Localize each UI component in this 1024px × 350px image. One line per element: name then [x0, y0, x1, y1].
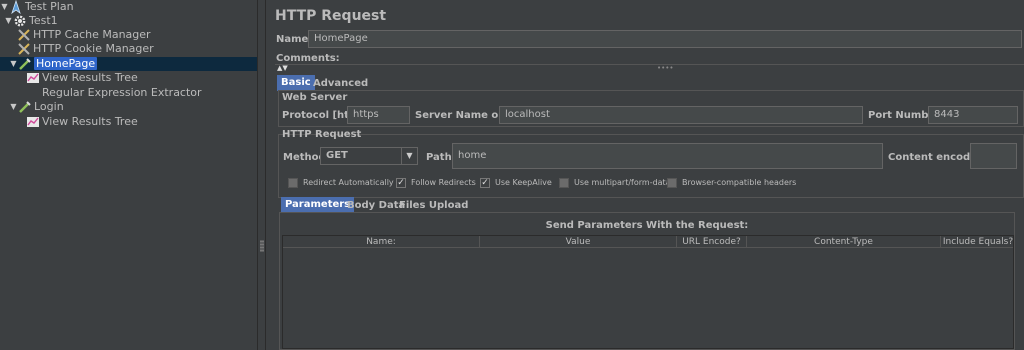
checkbox-unchecked-icon: [288, 178, 298, 188]
wrench-icon: [17, 28, 31, 42]
server-name-input[interactable]: localhost: [499, 106, 863, 124]
column-header-url-encode[interactable]: URL Encode?: [677, 236, 747, 248]
comments-label: Comments:: [276, 53, 340, 64]
collapse-arrows-icon[interactable]: ▲▼: [277, 64, 288, 72]
browser-compatible-headers-checkbox[interactable]: Browser-compatible headers: [667, 177, 796, 189]
name-label: Name:: [276, 34, 313, 45]
web-server-title: Web Server: [282, 92, 348, 103]
tree-item-label: HTTP Cache Manager: [33, 28, 151, 41]
chart-icon: [26, 71, 40, 85]
follow-redirects-checkbox[interactable]: ✓ Follow Redirects: [396, 177, 476, 189]
checkbox-label: Use multipart/form-data: [574, 178, 671, 187]
port-input[interactable]: 8443: [928, 106, 1018, 124]
tree-item-label: HTTP Cookie Manager: [33, 42, 154, 55]
checkbox-label: Browser-compatible headers: [682, 178, 797, 187]
drag-dots-icon[interactable]: ••••: [657, 64, 674, 72]
expand-arrow-icon[interactable]: ▼: [0, 0, 9, 14]
tree-item-label: Test Plan: [25, 0, 74, 13]
checkbox-label: Use KeepAlive: [495, 178, 552, 187]
tree-item-view-results-tree[interactable]: View Results Tree: [26, 115, 138, 129]
panel-splitter[interactable]: [257, 0, 266, 350]
http-request-title: HTTP Request: [282, 129, 362, 140]
checkbox-unchecked-icon: [667, 178, 677, 188]
expand-arrow-icon[interactable]: ▼: [9, 100, 18, 114]
parameters-title: Send Parameters With the Request:: [545, 220, 749, 231]
tree-item-homepage[interactable]: ▼ HomePage: [9, 57, 98, 71]
wrench-icon: [17, 42, 31, 56]
method-value: GET: [326, 150, 348, 161]
tree-item-test-plan[interactable]: ▼ Test Plan: [0, 0, 74, 15]
gear-icon: [13, 14, 27, 28]
method-select[interactable]: GET ▼: [320, 147, 418, 165]
post-processor-icon: [26, 86, 40, 100]
tree-item-login[interactable]: ▼ Login: [9, 100, 64, 114]
tree-item-label: View Results Tree: [42, 115, 138, 128]
content-encoding-input[interactable]: [970, 143, 1017, 169]
checkbox-label: Redirect Automatically: [303, 178, 394, 187]
comments-collapse-bar[interactable]: ▲▼ ••••: [275, 64, 1024, 72]
tree-item-regex-extractor[interactable]: Regular Expression Extractor: [26, 86, 202, 100]
splitter-grip-icon[interactable]: [260, 240, 264, 252]
protocol-input[interactable]: https: [347, 106, 410, 124]
column-header-include-equals[interactable]: Include Equals?: [941, 236, 1015, 248]
tree-item-label: HomePage: [34, 57, 98, 70]
parameters-panel: Send Parameters With the Request: Name: …: [279, 212, 1015, 350]
column-header-value[interactable]: Value: [480, 236, 677, 248]
tree-item-label: Test1: [29, 14, 58, 27]
expand-arrow-icon[interactable]: ▼: [4, 14, 13, 28]
pipette-icon: [18, 100, 32, 114]
page-title: HTTP Request: [275, 8, 387, 24]
redirect-automatically-checkbox[interactable]: Redirect Automatically: [288, 177, 394, 189]
use-keepalive-checkbox[interactable]: ✓ Use KeepAlive: [480, 177, 552, 189]
checkbox-label: Follow Redirects: [411, 178, 476, 187]
pipette-icon: [18, 57, 32, 71]
tree-item-view-results-tree[interactable]: View Results Tree: [26, 71, 138, 85]
tree-item-http-cache-manager[interactable]: HTTP Cache Manager: [17, 28, 151, 42]
parameters-table-header: Name: Value URL Encode? Content-Type Inc…: [283, 236, 1013, 248]
chart-icon: [26, 115, 40, 129]
expand-arrow-icon[interactable]: ▼: [9, 57, 18, 71]
column-header-content-type[interactable]: Content-Type: [747, 236, 941, 248]
http-request-panel: HTTP Request Name: HomePage Comments: ▲▼…: [266, 0, 1024, 350]
test-plan-tree[interactable]: ▼ Test Plan ▼ Test1 HTTP Cache Manager HTT…: [0, 0, 257, 350]
checkmark-icon: ✓: [480, 178, 490, 188]
path-input[interactable]: home: [452, 143, 883, 169]
tree-item-label: View Results Tree: [42, 71, 138, 84]
tree-item-test1[interactable]: ▼ Test1: [4, 14, 58, 28]
test-plan-icon: [9, 0, 23, 15]
tree-item-http-cookie-manager[interactable]: HTTP Cookie Manager: [17, 42, 154, 56]
tree-item-label: Login: [34, 100, 64, 113]
column-header-name[interactable]: Name:: [283, 236, 480, 248]
checkbox-unchecked-icon: [559, 178, 569, 188]
parameters-table[interactable]: Name: Value URL Encode? Content-Type Inc…: [282, 235, 1014, 349]
chevron-down-icon[interactable]: ▼: [401, 148, 417, 164]
multipart-form-data-checkbox[interactable]: Use multipart/form-data: [559, 177, 671, 189]
checkmark-icon: ✓: [396, 178, 406, 188]
tree-item-label: Regular Expression Extractor: [42, 86, 202, 99]
name-input[interactable]: HomePage: [308, 30, 1022, 48]
